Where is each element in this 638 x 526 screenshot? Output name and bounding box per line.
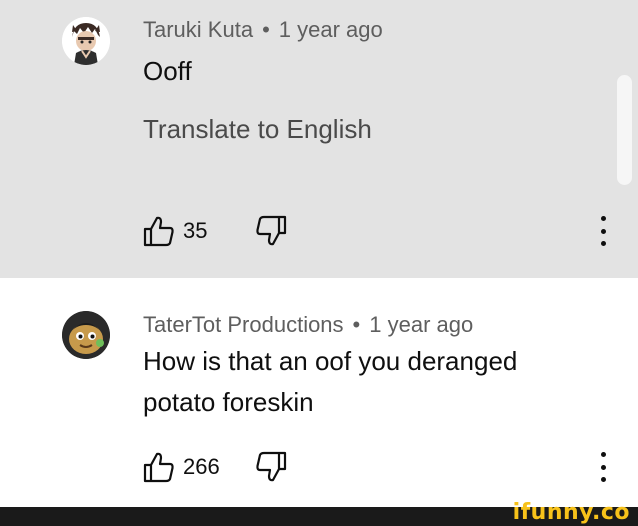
translate-link[interactable]: Translate to English — [143, 114, 372, 145]
thumb-up-icon — [143, 216, 174, 247]
like-count: 35 — [183, 218, 208, 243]
comment-actions: 35 — [143, 214, 613, 250]
comment-2: TaterTot Productions • 1 year ago How is t… — [0, 278, 638, 507]
comment-text: Ooff — [143, 56, 192, 86]
avatar-illustration-1 — [62, 17, 110, 65]
dislike-button[interactable] — [255, 450, 287, 484]
meta-separator: • — [352, 312, 361, 337]
more-vert-icon-dot — [600, 228, 606, 234]
author-name[interactable]: Taruki Kuta — [143, 17, 253, 42]
comment-1: Taruki Kuta • 1 year ago Ooff Translate to… — [0, 0, 638, 278]
avatar-illustration-2 — [62, 311, 110, 359]
scrollbar-thumb[interactable] — [617, 75, 632, 185]
dislike-button[interactable] — [255, 214, 287, 248]
comment-time[interactable]: 1 year ago — [369, 312, 473, 337]
more-vert-icon — [600, 452, 606, 457]
thumb-up-icon — [143, 452, 174, 483]
more-options-button[interactable] — [598, 216, 608, 246]
author-name[interactable]: TaterTot Productions — [143, 312, 344, 337]
comment-time[interactable]: 1 year ago — [279, 17, 383, 42]
more-options-button[interactable] — [598, 452, 608, 482]
more-vert-icon-dot — [600, 477, 606, 482]
like-button[interactable] — [143, 214, 175, 248]
more-vert-icon — [600, 216, 606, 221]
more-vert-icon-dot — [600, 464, 606, 470]
comment-actions: 266 — [143, 450, 613, 486]
comment-meta: Taruki Kuta • 1 year ago — [143, 17, 383, 43]
bottom-bar: ifunny.co — [0, 500, 638, 526]
more-vert-icon-dot — [600, 241, 606, 246]
avatar[interactable] — [62, 311, 110, 359]
like-count: 266 — [183, 454, 220, 479]
meta-separator: • — [262, 17, 270, 42]
avatar[interactable] — [62, 17, 110, 65]
thumb-down-icon — [256, 451, 287, 482]
thumb-down-icon — [256, 215, 287, 246]
comment-meta: TaterTot Productions • 1 year ago — [143, 312, 473, 338]
like-button[interactable] — [143, 450, 175, 484]
ifunny-watermark: ifunny.co — [512, 500, 630, 525]
comment-text: How is that an oof you deranged potato f… — [143, 346, 518, 417]
